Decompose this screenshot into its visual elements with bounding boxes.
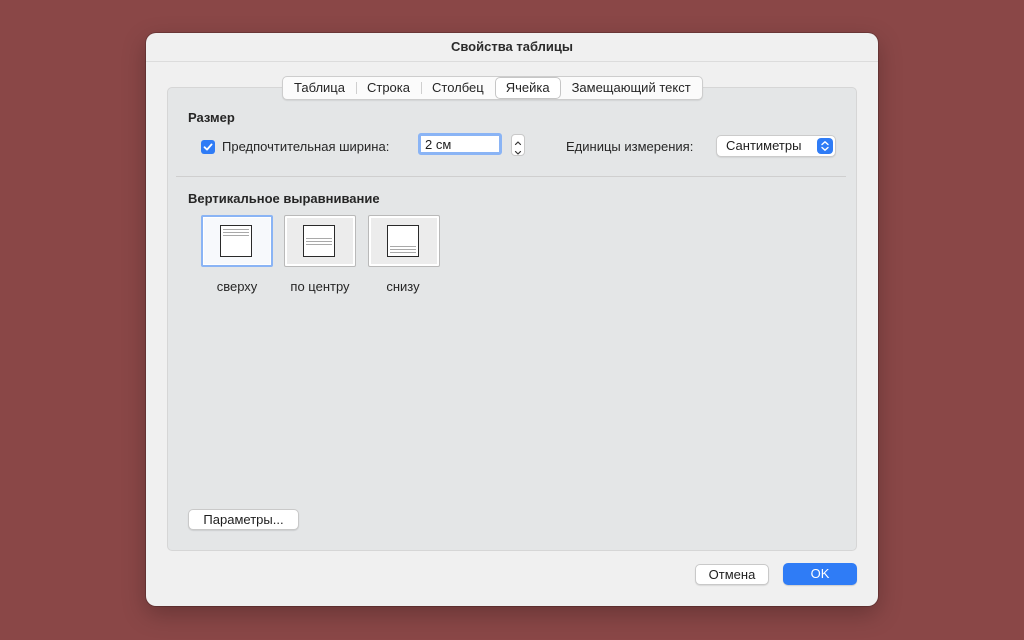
tab-bar: Таблица Строка Столбец Ячейка Замещающий… (282, 76, 703, 100)
units-label: Единицы измерения: (566, 139, 694, 154)
section-divider (176, 176, 846, 177)
tab-alt-text[interactable]: Замещающий текст (561, 77, 702, 99)
preferred-width-checkbox[interactable] (201, 140, 215, 154)
stepper-up-icon[interactable] (512, 135, 524, 146)
title-divider (146, 61, 878, 62)
units-select-value: Сантиметры (726, 138, 802, 153)
select-chevrons-icon (817, 138, 833, 154)
options-button[interactable]: Параметры... (188, 509, 299, 530)
cancel-button[interactable]: Отмена (695, 564, 769, 585)
align-center-icon (303, 225, 335, 257)
width-stepper[interactable] (511, 134, 525, 156)
units-select[interactable]: Сантиметры (716, 135, 836, 157)
preferred-width-input[interactable] (418, 133, 502, 155)
tab-column[interactable]: Столбец (421, 77, 495, 99)
dialog-title: Свойства таблицы (450, 39, 574, 54)
valign-center-caption: по центру (290, 279, 350, 294)
tab-row[interactable]: Строка (355, 77, 421, 99)
align-bottom-icon (387, 225, 419, 257)
valign-bottom-button[interactable] (368, 215, 440, 267)
tab-cell[interactable]: Ячейка (494, 77, 561, 99)
valign-top-caption: сверху (216, 279, 258, 294)
table-properties-dialog: Свойства таблицы Таблица Строка Столбец … (146, 33, 878, 606)
vertical-alignment-heading: Вертикальное выравнивание (188, 191, 380, 206)
checkmark-icon (203, 143, 213, 151)
ok-button[interactable]: OK (783, 563, 857, 585)
valign-top-button[interactable] (201, 215, 273, 267)
valign-center-button[interactable] (284, 215, 356, 267)
stepper-down-icon[interactable] (512, 145, 524, 155)
tab-table[interactable]: Таблица (283, 77, 356, 99)
valign-bottom-caption: снизу (386, 279, 420, 294)
align-top-icon (220, 225, 252, 257)
size-heading: Размер (188, 110, 235, 125)
preferred-width-label: Предпочтительная ширина: (222, 139, 390, 154)
